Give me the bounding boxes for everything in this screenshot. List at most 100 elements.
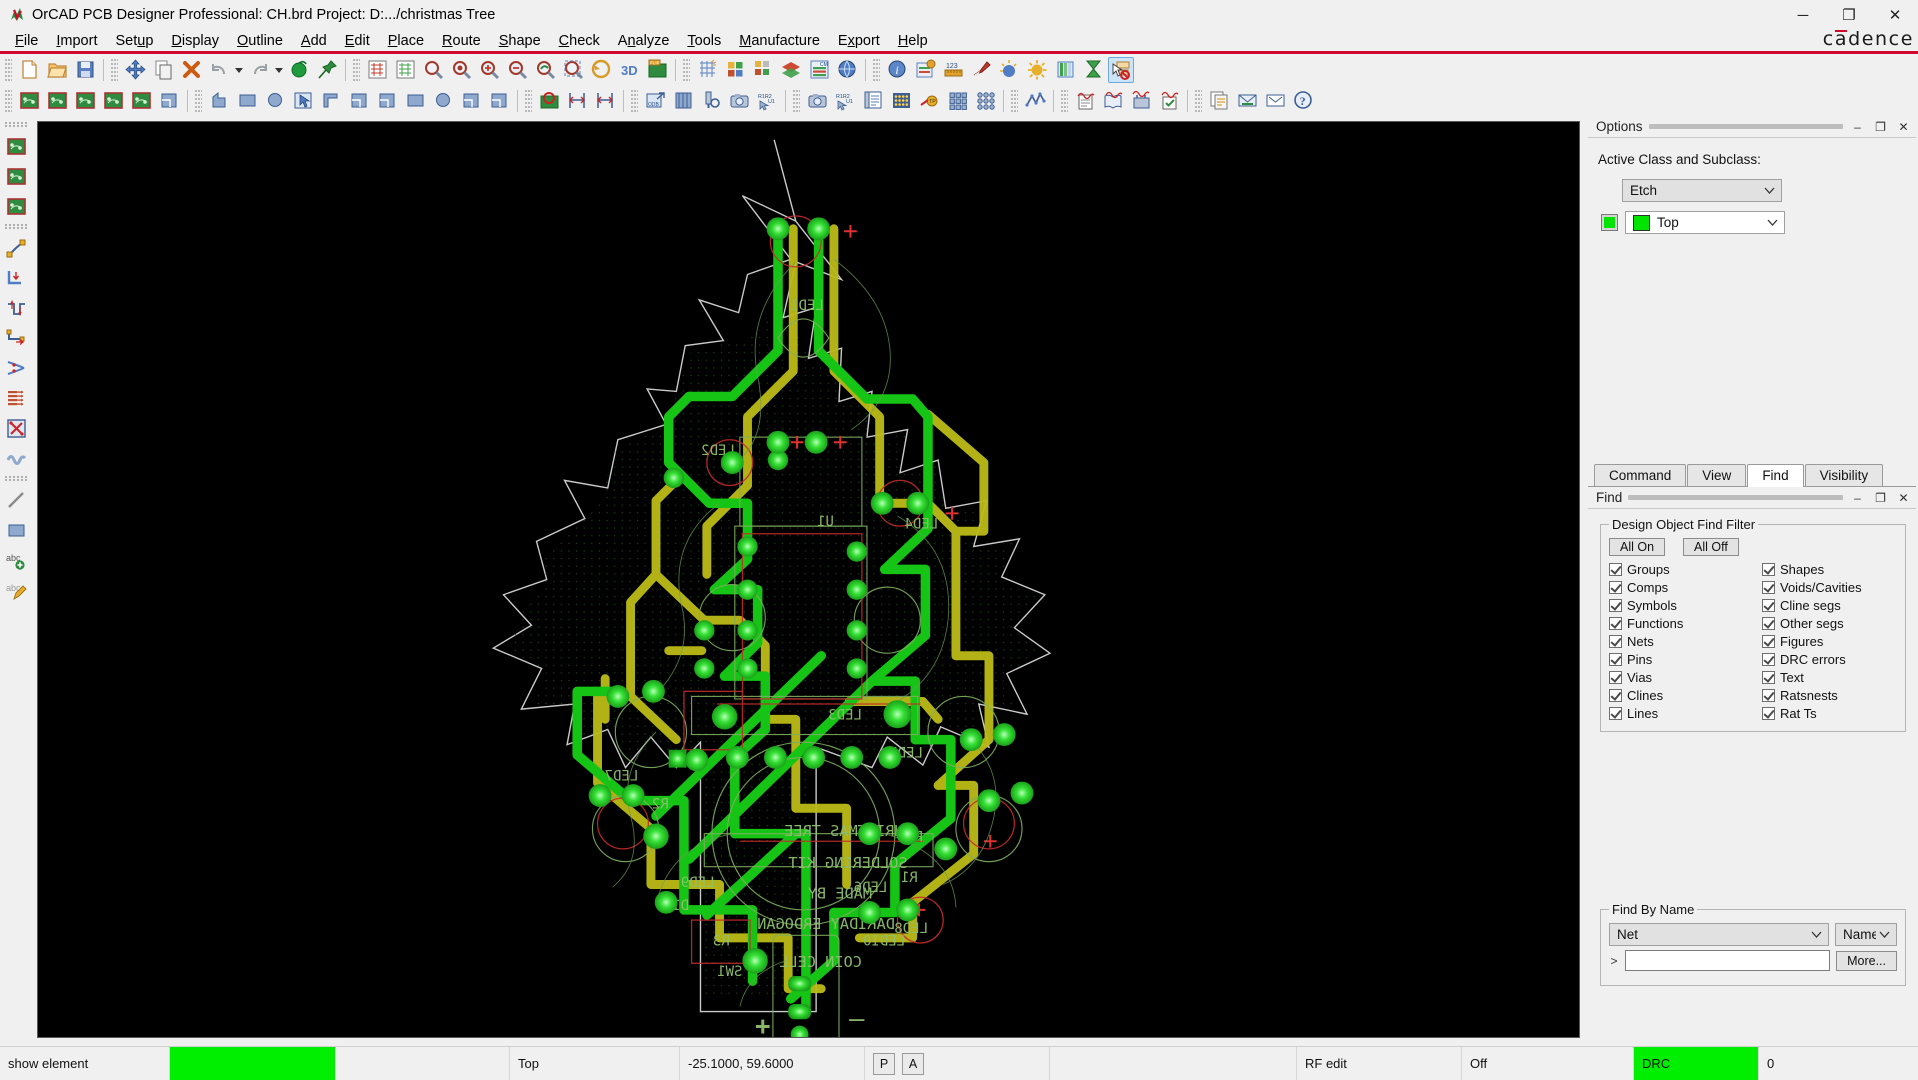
checkbox[interactable]: [1609, 653, 1622, 666]
layer-stack-icon[interactable]: [1052, 57, 1078, 83]
checkbox[interactable]: [1609, 599, 1622, 612]
find-filter-pins[interactable]: Pins: [1609, 652, 1744, 667]
zoom-out-icon[interactable]: [504, 57, 530, 83]
toolbar-grip[interactable]: [873, 58, 880, 81]
maximize-button[interactable]: ❐: [1826, 0, 1872, 30]
subclass-visibility-icon[interactable]: [750, 57, 776, 83]
menu-item-manufacture[interactable]: Manufacture: [730, 31, 829, 51]
artwork-film-icon[interactable]: [670, 88, 696, 114]
find-name-mode-combo[interactable]: Name: [1835, 923, 1897, 946]
find-filter-voids-cavities[interactable]: Voids/Cavities: [1762, 580, 1897, 595]
checkbox[interactable]: [1609, 689, 1622, 702]
grid-toggle-icon[interactable]: [694, 57, 720, 83]
measure-icon[interactable]: 123: [940, 57, 966, 83]
find-filter-clines[interactable]: Clines: [1609, 688, 1744, 703]
bus-route-icon[interactable]: [2, 384, 30, 412]
toolbar-grip[interactable]: [1195, 89, 1202, 112]
find-name-input[interactable]: [1625, 950, 1831, 971]
color-view-icon[interactable]: [364, 57, 390, 83]
find-filter-nets[interactable]: Nets: [1609, 634, 1744, 649]
left-toolbar-grip[interactable]: [5, 224, 27, 230]
zoom-previous-icon[interactable]: [532, 57, 558, 83]
find-filter-ratsnests[interactable]: Ratsnests: [1762, 688, 1897, 703]
shape-compose-icon[interactable]: [346, 88, 372, 114]
toolbar-grip[interactable]: [195, 89, 202, 112]
find-filter-vias[interactable]: Vias: [1609, 670, 1744, 685]
tab-view[interactable]: View: [1687, 464, 1747, 486]
delay-tune-icon[interactable]: [2, 294, 30, 322]
spread-between-voids-icon[interactable]: [2, 444, 30, 472]
place-symbol-icon[interactable]: [2, 162, 30, 190]
place-quickplace-icon[interactable]: [44, 88, 70, 114]
custom-smooth-icon[interactable]: [2, 324, 30, 352]
vertex-icon[interactable]: [2, 354, 30, 382]
menu-item-route[interactable]: Route: [433, 31, 490, 51]
flip-design-icon[interactable]: FLIP: [644, 57, 670, 83]
help-icon[interactable]: ?: [1290, 88, 1316, 114]
toolbar-grip[interactable]: [5, 58, 12, 81]
shape-circle-icon[interactable]: [262, 88, 288, 114]
active-subclass-combo[interactable]: Top: [1625, 211, 1785, 234]
add-rectangle-icon[interactable]: [2, 516, 30, 544]
pin-icon[interactable]: [314, 57, 340, 83]
checkbox[interactable]: [1609, 635, 1622, 648]
toolbar-grip[interactable]: [525, 89, 532, 112]
slide-icon[interactable]: [2, 264, 30, 292]
sig-assign-icon[interactable]: [1156, 88, 1182, 114]
open-file-icon[interactable]: [44, 57, 70, 83]
zoom-points-icon[interactable]: [448, 57, 474, 83]
dimension-icon[interactable]: [592, 88, 618, 114]
email-icon[interactable]: [1234, 88, 1260, 114]
left-toolbar-grip[interactable]: [5, 122, 27, 128]
global-display-icon[interactable]: [834, 57, 860, 83]
new-file-icon[interactable]: [16, 57, 42, 83]
menu-item-export[interactable]: Export: [829, 31, 889, 51]
edit-text-icon[interactable]: abc: [2, 576, 30, 604]
add-connect-icon[interactable]: [2, 234, 30, 262]
nc-drill-icon[interactable]: [698, 88, 724, 114]
docs-icon[interactable]: [1206, 88, 1232, 114]
menu-item-outline[interactable]: Outline: [228, 31, 292, 51]
checkbox[interactable]: [1762, 599, 1775, 612]
delete-icon[interactable]: [178, 57, 204, 83]
place-connector-icon[interactable]: [2, 192, 30, 220]
menu-item-import[interactable]: Import: [47, 31, 106, 51]
swap-components-icon[interactable]: [72, 88, 98, 114]
find-filter-cline-segs[interactable]: Cline segs: [1762, 598, 1897, 613]
array-icon[interactable]: [944, 88, 970, 114]
active-class-combo[interactable]: Etch: [1622, 179, 1782, 202]
checkbox[interactable]: [1609, 563, 1622, 576]
timing-icon[interactable]: [1080, 57, 1106, 83]
options-panel-drag-rule[interactable]: [1648, 124, 1843, 129]
menu-item-check[interactable]: Check: [550, 31, 609, 51]
close-button[interactable]: ✕: [1872, 0, 1918, 30]
color-palette-icon[interactable]: [722, 57, 748, 83]
menu-item-help[interactable]: Help: [889, 31, 937, 51]
menu-item-setup[interactable]: Setup: [106, 31, 162, 51]
menu-item-analyze[interactable]: Analyze: [609, 31, 679, 51]
redraw-icon[interactable]: [588, 57, 614, 83]
tab-command[interactable]: Command: [1594, 464, 1687, 486]
menu-item-display[interactable]: Display: [162, 31, 228, 51]
menu-item-edit[interactable]: Edit: [336, 31, 379, 51]
shape-edit-boundary-icon[interactable]: [318, 88, 344, 114]
left-toolbar-grip[interactable]: [5, 476, 27, 482]
toolbar-grip[interactable]: [111, 58, 118, 81]
drc-check-icon[interactable]: [536, 88, 562, 114]
cut-icon[interactable]: [2, 414, 30, 442]
reports-icon[interactable]: [860, 88, 886, 114]
find-filter-functions[interactable]: Functions: [1609, 616, 1744, 631]
toolbar-grip[interactable]: [793, 89, 800, 112]
padstack-icon[interactable]: [888, 88, 914, 114]
find-filter-shapes[interactable]: Shapes: [1762, 562, 1897, 577]
toolbar-grip[interactable]: [353, 58, 360, 81]
spacing-check-icon[interactable]: [564, 88, 590, 114]
sig-library-icon[interactable]: [1100, 88, 1126, 114]
align-mode-button[interactable]: A: [902, 1052, 924, 1075]
dim-icon[interactable]: [1024, 57, 1050, 83]
testpoint-icon[interactable]: TP: [916, 88, 942, 114]
subclass-visibility-toggle[interactable]: [1601, 214, 1618, 231]
cavity-circle-icon[interactable]: [430, 88, 456, 114]
photo-plot-icon[interactable]: [804, 88, 830, 114]
checkbox[interactable]: [1762, 617, 1775, 630]
